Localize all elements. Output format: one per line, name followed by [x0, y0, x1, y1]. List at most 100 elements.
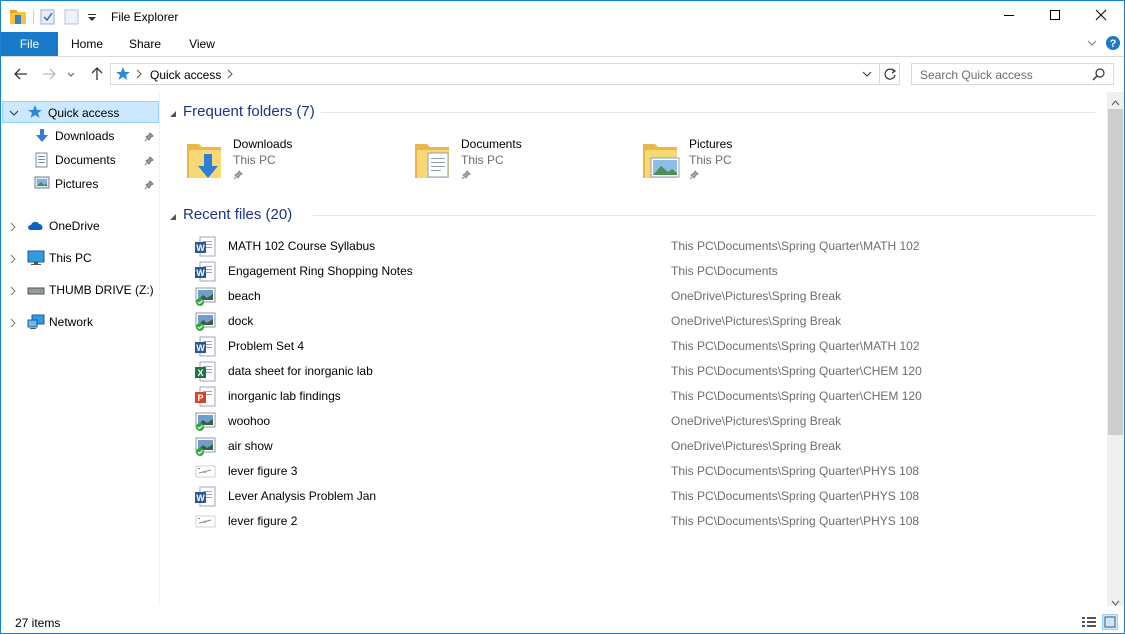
word-doc-icon: W — [194, 485, 216, 510]
forward-button[interactable] — [39, 65, 59, 85]
file-path: This PC\Documents\Spring Quarter\CHEM 12… — [671, 389, 922, 403]
file-path: This PC\Documents\Spring Quarter\PHYS 10… — [671, 514, 920, 528]
chevron-right-icon[interactable] — [9, 317, 17, 331]
folder-tile-pictures[interactable]: Pictures This PC — [641, 136, 861, 184]
figure-icon — [194, 460, 216, 485]
sidebar-item-documents[interactable]: Documents — [1, 149, 159, 171]
file-row[interactable]: woohoo OneDrive\Pictures\Spring Break — [191, 409, 1091, 434]
file-row[interactable]: air show OneDrive\Pictures\Spring Break — [191, 434, 1091, 459]
file-row[interactable]: W Problem Set 4 This PC\Documents\Spring Q… — [191, 334, 1091, 359]
refresh-button[interactable] — [879, 64, 899, 84]
image-synced-icon — [194, 285, 216, 310]
large-icons-view-icon[interactable] — [1102, 614, 1118, 630]
file-row[interactable]: lever figure 3 This PC\Documents\Spring Q… — [191, 459, 1091, 484]
sidebar-item-label: Downloads — [55, 129, 115, 143]
collapse-triangle-icon[interactable] — [169, 210, 177, 224]
recent-files-header[interactable]: Recent files (20) — [161, 205, 1101, 225]
svg-text:W: W — [196, 343, 205, 353]
file-path: This PC\Documents\Spring Quarter\MATH 10… — [671, 339, 920, 353]
pin-icon[interactable] — [144, 131, 154, 145]
chevron-right-icon[interactable] — [9, 221, 17, 235]
divider — [321, 112, 1095, 113]
customize-toolbar-icon[interactable] — [86, 9, 98, 25]
breadcrumb-separator-icon[interactable] — [135, 68, 143, 83]
up-button[interactable] — [87, 65, 107, 85]
folder-tile-documents[interactable]: Documents This PC — [413, 136, 633, 184]
new-folder-icon[interactable] — [64, 9, 80, 25]
chevron-right-icon[interactable] — [9, 285, 17, 299]
breadcrumb-chevron-icon[interactable] — [226, 68, 234, 83]
recent-locations-button[interactable] — [64, 65, 78, 85]
file-path: This PC\Documents\Spring Quarter\CHEM 12… — [671, 364, 922, 378]
address-history-dropdown[interactable] — [861, 68, 873, 83]
ribbon-tabs: File Home Share View ? — [1, 32, 1124, 57]
frequent-folders-header[interactable]: Frequent folders (7) — [161, 102, 1101, 122]
scroll-down-icon[interactable] — [1111, 596, 1120, 610]
file-row[interactable]: Pinorganic lab findings This PC\Documents… — [191, 384, 1091, 409]
arrow-right-icon — [42, 68, 56, 83]
search-box[interactable]: Search Quick access — [911, 63, 1114, 85]
window-title: File Explorer — [111, 10, 179, 24]
svg-text:W: W — [196, 268, 205, 278]
tab-file[interactable]: File — [1, 32, 58, 56]
maximize-button[interactable] — [1032, 1, 1078, 32]
minimize-button[interactable] — [986, 1, 1032, 32]
address-bar[interactable]: Quick access — [110, 63, 900, 85]
close-button[interactable] — [1078, 1, 1124, 32]
help-icon[interactable]: ? — [1105, 35, 1121, 54]
sidebar-item-pictures[interactable]: Pictures — [1, 173, 159, 195]
svg-text:?: ? — [1110, 38, 1117, 50]
file-row[interactable]: dock OneDrive\Pictures\Spring Break — [191, 309, 1091, 334]
chevron-right-icon[interactable] — [9, 253, 17, 267]
powerpoint-icon: P — [194, 385, 216, 410]
file-name: lever figure 3 — [228, 464, 298, 478]
collapse-triangle-icon[interactable] — [169, 107, 177, 121]
sidebar-item-label: Documents — [55, 153, 116, 167]
chevron-down-icon[interactable] — [9, 107, 19, 121]
file-row[interactable]: lever figure 2 This PC\Documents\Spring Q… — [191, 509, 1091, 534]
search-input[interactable]: Search Quick access — [920, 68, 1033, 82]
sidebar-item-onedrive[interactable]: OneDrive — [1, 215, 159, 237]
file-row[interactable]: W MATH 102 Course Syllabus This PC\Documen… — [191, 234, 1091, 259]
divider — [33, 10, 34, 24]
network-icon — [27, 314, 45, 333]
sidebar-item-downloads[interactable]: Downloads — [1, 125, 159, 147]
pin-icon[interactable] — [144, 155, 154, 169]
download-arrow-icon — [34, 128, 50, 147]
tab-home[interactable]: Home — [63, 32, 111, 56]
search-icon[interactable] — [1092, 67, 1106, 84]
sidebar-item-this-pc[interactable]: This PC — [1, 247, 159, 269]
file-row[interactable]: Xdata sheet for inorganic lab This PC\Doc… — [191, 359, 1091, 384]
pin-icon[interactable] — [144, 179, 154, 193]
folder-app-icon — [9, 9, 27, 25]
scrollbar-thumb[interactable] — [1108, 109, 1123, 435]
sidebar-item-thumb-drive[interactable]: THUMB DRIVE (Z:) — [1, 279, 159, 301]
picture-icon — [34, 176, 50, 193]
sidebar-item-network[interactable]: Network — [1, 311, 159, 333]
vertical-scrollbar[interactable] — [1107, 92, 1124, 606]
file-name: dock — [228, 314, 254, 328]
expand-ribbon-icon[interactable] — [1086, 37, 1098, 52]
file-row[interactable]: W Lever Analysis Problem Jan This PC\Docum… — [191, 484, 1091, 509]
tab-share[interactable]: Share — [121, 32, 169, 56]
document-icon — [35, 152, 49, 171]
word-doc-icon: W — [194, 335, 216, 360]
divider — [313, 215, 1095, 216]
breadcrumb-quick-access[interactable]: Quick access — [150, 68, 221, 82]
file-name: Lever Analysis Problem Jan — [228, 489, 377, 503]
details-view-icon[interactable] — [1081, 615, 1097, 632]
file-path: This PC\Documents — [671, 264, 778, 278]
sidebar-item-quick-access[interactable]: Quick access — [2, 101, 159, 123]
back-button[interactable] — [11, 65, 31, 85]
tab-view[interactable]: View — [178, 32, 226, 56]
sidebar-item-label: Pictures — [55, 177, 99, 191]
file-row[interactable]: beach OneDrive\Pictures\Spring Break — [191, 284, 1091, 309]
folder-tile-downloads[interactable]: Downloads This PC — [185, 136, 405, 184]
navigation-pane: Quick access Downloads Documents Picture… — [1, 92, 160, 606]
word-doc-icon: W — [194, 235, 216, 260]
scroll-up-icon[interactable] — [1111, 96, 1120, 110]
file-row[interactable]: W Engagement Ring Shopping Notes This PC\D… — [191, 259, 1091, 284]
arrow-up-icon — [91, 66, 103, 84]
properties-icon[interactable] — [40, 9, 56, 25]
pictures-folder-icon — [641, 138, 681, 185]
